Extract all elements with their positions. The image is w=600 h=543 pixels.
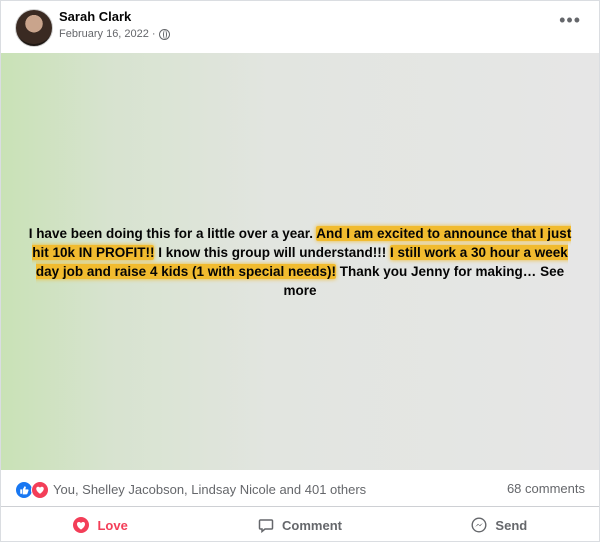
comment-count[interactable]: 68 comments: [507, 481, 585, 496]
post-header: Sarah Clark February 16, 2022 · •••: [1, 1, 599, 53]
more-horizontal-icon[interactable]: •••: [559, 11, 581, 29]
send-button[interactable]: Send: [400, 507, 599, 543]
comment-icon: [258, 519, 274, 533]
avatar[interactable]: [15, 9, 53, 47]
post-text: I have been doing this for a little over…: [26, 224, 574, 300]
post-date[interactable]: February 16, 2022: [59, 28, 149, 40]
meta-separator: ·: [151, 28, 156, 40]
comment-button[interactable]: Comment: [200, 507, 399, 543]
post-text-segment: I know this group will understand!!!: [154, 244, 390, 260]
post-background: I have been doing this for a little over…: [1, 53, 599, 470]
post-text-segment: I have been doing this for a little over…: [28, 225, 317, 241]
love-button[interactable]: Love: [1, 507, 200, 543]
messenger-icon: [471, 517, 487, 533]
reaction-icons[interactable]: [15, 481, 49, 499]
post-meta: February 16, 2022 ·: [59, 28, 170, 40]
love-icon: [73, 517, 90, 533]
action-bar: Love Comment Send: [1, 507, 599, 543]
author-name[interactable]: Sarah Clark: [59, 9, 131, 24]
send-label: Send: [495, 517, 528, 533]
post-text-segment: Thank you Jenny for making…: [336, 263, 541, 279]
comment-label: Comment: [282, 517, 342, 533]
globe-icon: [158, 28, 170, 40]
reaction-names[interactable]: You, Shelley Jacobson, Lindsay Nicole an…: [53, 482, 366, 497]
reactions-bar: You, Shelley Jacobson, Lindsay Nicole an…: [1, 470, 599, 507]
love-icon: [31, 481, 49, 499]
facebook-post: Sarah Clark February 16, 2022 · ••• I ha…: [0, 0, 600, 542]
love-label: Love: [97, 517, 128, 533]
